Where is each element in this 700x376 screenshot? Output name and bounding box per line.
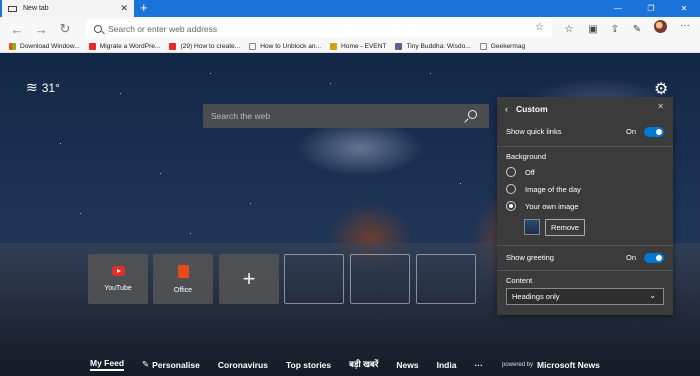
provider-name: Microsoft News [537,360,600,370]
quick-link-label: YouTube [104,285,132,292]
back-chevron-icon[interactable]: ‹ [505,104,508,114]
radio-button[interactable] [506,184,516,194]
youtube-icon [169,42,177,50]
gear-icon[interactable]: ⚙ [654,79,668,99]
haze-icon: ≋ [26,79,38,95]
close-window-button[interactable]: ✕ [673,0,695,17]
empty-quick-link-slot [284,254,344,304]
background-option-image-of-the-day[interactable]: Image of the day [506,184,664,194]
favorite-link[interactable]: Home - EVENT [330,42,386,50]
nav-india[interactable]: India [437,360,457,370]
tab-close-icon[interactable]: ✕ [120,3,128,14]
address-bar[interactable]: Search or enter web address ☆ [86,19,552,38]
address-placeholder: Search or enter web address [108,23,218,34]
show-quick-links-row: Show quick links On [506,126,664,137]
show-greeting-label: Show greeting [506,253,554,262]
new-tab-button[interactable]: + [140,1,148,15]
show-quick-links-toggle[interactable] [644,126,664,137]
custom-image-thumbnail [524,219,540,235]
empty-quick-link-slot [350,254,410,304]
read-aloud-icon[interactable]: ✎ [630,22,644,36]
nav-badi-khabrein[interactable]: बड़ी खबरें [349,359,378,370]
tab-new-tab[interactable]: New tab ✕ [2,0,134,17]
close-icon[interactable]: ✕ [657,102,664,111]
office-icon [177,264,189,278]
windows-logo-icon [9,42,16,50]
content-select[interactable]: Headings only ⌄ [506,288,664,305]
refresh-icon[interactable]: ↻ [57,21,73,37]
pencil-icon: ✎ [142,359,150,369]
nav-more-icon[interactable]: ··· [474,360,483,370]
minimize-button[interactable]: — [607,0,629,17]
restore-button[interactable]: ❐ [640,0,662,17]
tab-label: New tab [23,5,49,12]
favorite-link[interactable]: (29) How to create... [169,42,240,50]
title-bar: New tab ✕ + — ❐ ✕ [0,0,700,17]
show-greeting-row: Show greeting On [506,252,664,263]
forward-arrow-icon[interactable]: → [33,21,49,37]
favorite-link[interactable]: Geekermag [479,42,525,50]
profile-avatar[interactable] [654,20,667,33]
panel-header: ‹ Custom [497,97,673,121]
temperature: 31° [41,80,60,95]
quick-link-youtube[interactable]: YouTube [88,254,148,304]
show-greeting-toggle[interactable] [644,252,664,263]
content-selected-value: Headings only [512,292,560,301]
nav-personalise[interactable]: ✎ Personalise [142,359,200,370]
favorite-link[interactable]: Download Window... [9,42,80,50]
share-icon[interactable]: ⇪ [608,22,622,36]
weather-widget[interactable]: ≋ 31° [26,79,60,96]
background-option-off[interactable]: Off [506,167,664,177]
youtube-icon [88,42,96,50]
nav-top-stories[interactable]: Top stories [286,360,331,370]
panel-title: Custom [516,104,548,114]
empty-quick-link-slot [416,254,476,304]
page-icon [479,42,487,50]
toolbar: ← → ↻ Search or enter web address ☆ ☆ ▣ … [0,17,700,40]
search-icon [94,24,102,33]
divider [497,245,673,246]
show-quick-links-label: Show quick links [506,127,562,136]
favorite-link[interactable]: Migrate a WordPre... [88,42,160,50]
search-icon[interactable] [468,110,477,119]
favorite-link[interactable]: Tiny Buddha: Wisdo... [395,42,471,50]
quick-link-label: Office [173,286,193,294]
background-heading: Background [506,152,547,161]
news-feed-nav: My Feed ✎ Personalise Coronavirus Top st… [90,358,501,371]
custom-settings-panel: ‹ Custom ✕ Show quick links On Backgroun… [497,97,673,315]
add-quick-link-button[interactable]: + [219,254,279,304]
add-icon: + [242,266,256,291]
favorite-link[interactable]: How to Unblock an... [249,42,321,50]
chevron-down-icon: ⌄ [649,291,656,300]
buddha-icon [395,42,403,50]
search-placeholder: Search the web [211,111,271,121]
content-heading: Content [506,276,533,285]
collections-icon[interactable]: ▣ [586,22,600,36]
favorite-star-icon[interactable]: ☆ [535,22,544,33]
toggle-state: On [625,127,636,136]
powered-by: powered by Microsoft News [502,360,600,370]
divider [497,270,673,271]
event-icon [330,42,338,50]
back-arrow-icon[interactable]: ← [9,21,25,37]
quick-link-office[interactable]: Office [153,254,213,304]
radio-button[interactable] [506,167,516,177]
new-tab-page-icon [8,5,17,12]
favorites-bar: Download Window... Migrate a WordPre... … [0,40,700,53]
nav-my-feed[interactable]: My Feed [90,358,125,371]
nav-coronavirus[interactable]: Coronavirus [218,360,268,370]
youtube-icon [111,266,125,276]
remove-image-button[interactable]: Remove [545,219,585,236]
background-option-own-image[interactable]: Your own image [506,201,664,211]
radio-button-selected[interactable] [506,201,516,211]
toggle-state: On [625,253,636,262]
divider [497,146,673,147]
favorites-icon[interactable]: ☆ [562,22,576,36]
web-search-input[interactable]: Search the web [203,104,489,128]
nav-news[interactable]: News [396,360,418,370]
page-icon [249,42,257,50]
more-menu-icon[interactable]: ··· [680,20,690,31]
